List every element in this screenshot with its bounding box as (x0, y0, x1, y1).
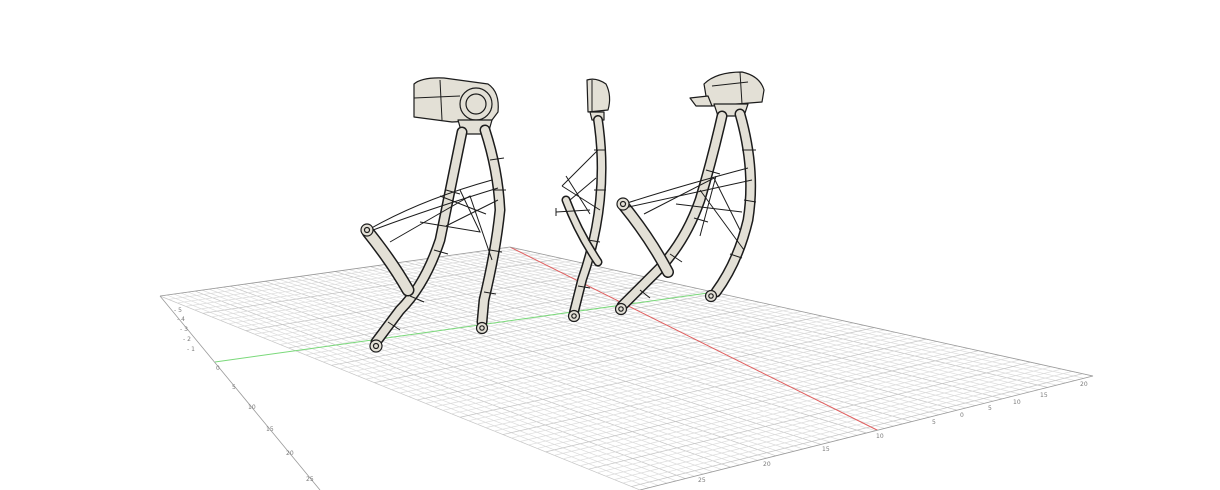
tick-label: 10 (248, 404, 256, 411)
tick-label: 25 (698, 477, 706, 484)
tick-label: - 4 (177, 316, 185, 323)
tick-label: - 1 (187, 346, 195, 353)
ground-grid (160, 247, 1093, 490)
tick-label: 5 (232, 384, 236, 391)
tick-label: 20 (1080, 381, 1088, 388)
tick-label: 20 (763, 461, 771, 468)
tick-label: - 5 (174, 307, 182, 314)
tick-label: 0 (216, 365, 220, 372)
3d-viewport[interactable]: - 5 - 4 - 3 - 2 - 1 0 5 10 15 20 25 25 2… (0, 0, 1220, 490)
tick-label: 15 (1040, 392, 1048, 399)
tick-label: 10 (1013, 399, 1021, 406)
tick-label: - 2 (183, 336, 191, 343)
head-cowl (586, 78, 611, 113)
visor (689, 95, 713, 107)
tick-label: 5 (932, 419, 936, 426)
tick-label: 5 (988, 405, 992, 412)
tick-label: 15 (822, 446, 830, 453)
viewport-canvas[interactable]: - 5 - 4 - 3 - 2 - 1 0 5 10 15 20 25 25 2… (0, 0, 1220, 490)
arm-strut (618, 200, 674, 278)
tick-label: 20 (286, 450, 294, 457)
tick-label: 10 (876, 433, 884, 440)
head-cowl (703, 71, 765, 107)
tick-label: 15 (266, 426, 274, 433)
tick-label: 25 (306, 476, 314, 483)
tick-label: 0 (960, 412, 964, 419)
tick-label: - 3 (180, 326, 188, 333)
